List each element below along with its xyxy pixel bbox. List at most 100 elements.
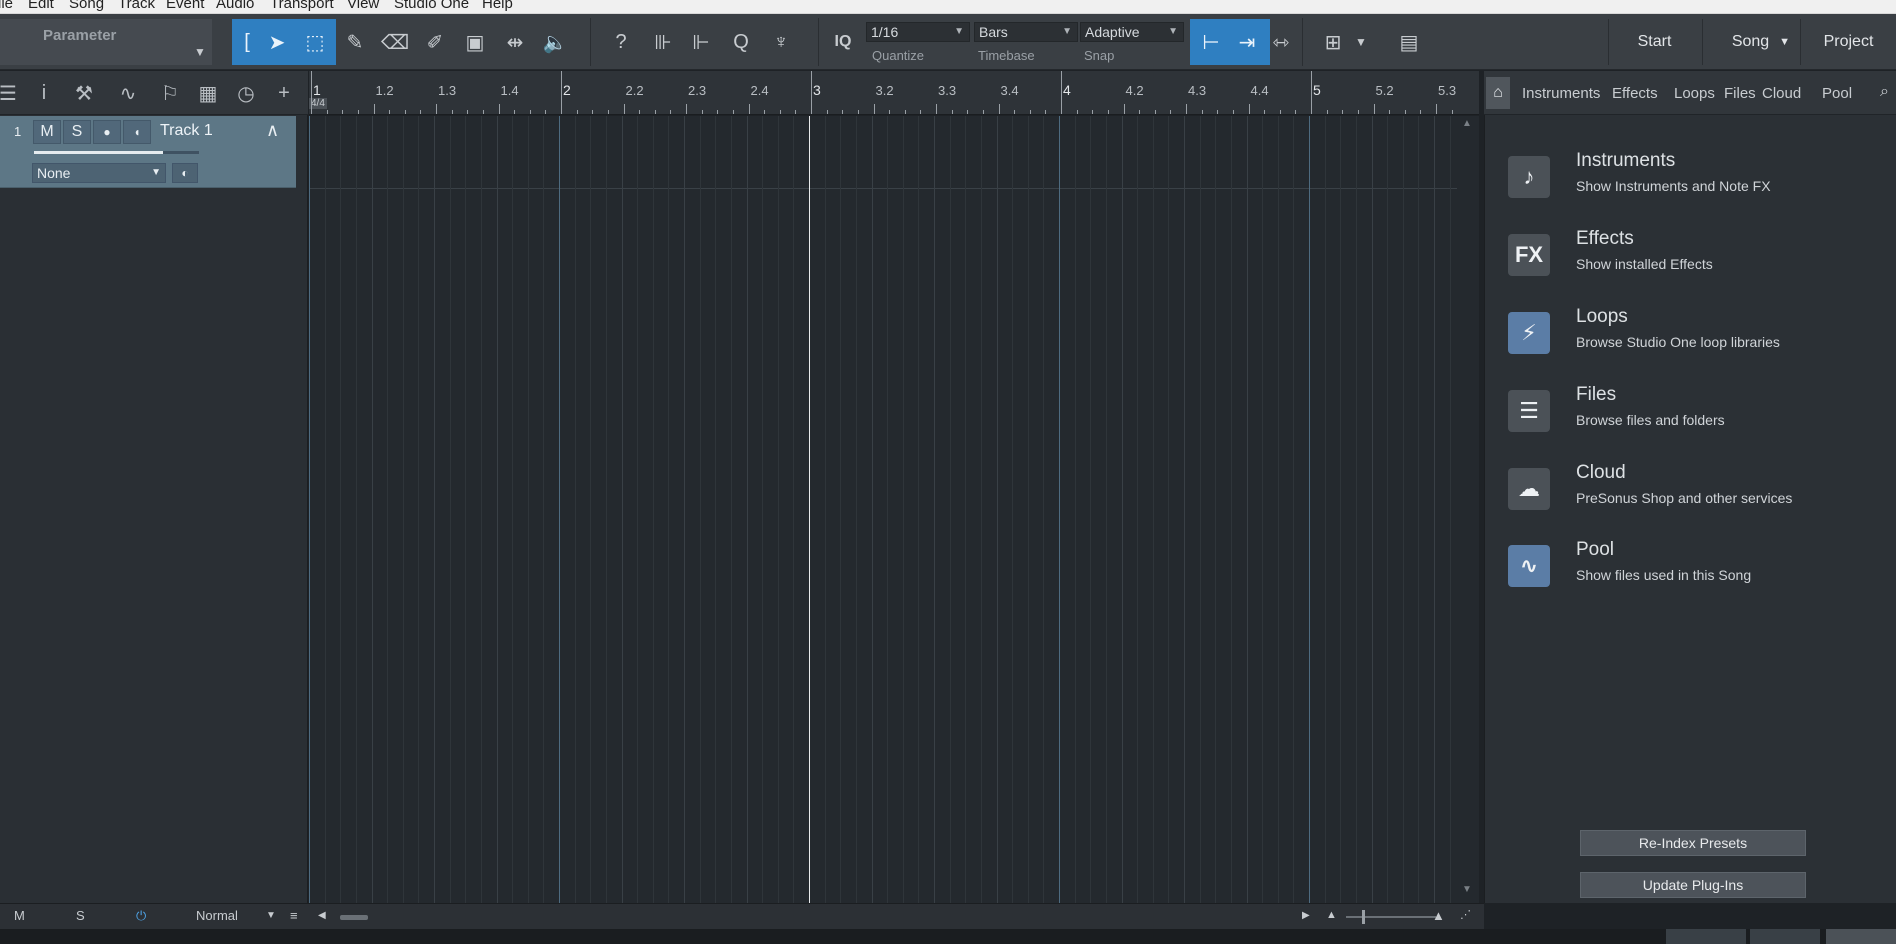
vertical-scrollbar[interactable]: ▲ ▼ — [1458, 116, 1478, 903]
timeline-ruler[interactable]: 4/4 1 1.2 1.3 1.4 2 2.2 2.3 2.4 3 3.2 3.3 3.4 4 4.2 4.… — [309, 71, 1479, 115]
add-track-icon[interactable]: + — [270, 79, 298, 107]
help-icon[interactable]: ? — [606, 27, 636, 57]
detect-transients-icon[interactable]: ⊩ — [686, 27, 716, 57]
tab-cloud[interactable]: Cloud — [1762, 85, 1801, 102]
ruler-tick — [1092, 110, 1094, 114]
tempo-clock-icon[interactable]: ◷ — [232, 79, 260, 107]
quantize-q-icon[interactable]: Q — [726, 27, 756, 57]
zoom-out-icon[interactable]: ▲ — [1326, 909, 1337, 921]
update-plugins-button[interactable]: Update Plug-Ins — [1580, 872, 1806, 898]
tab-effects[interactable]: Effects — [1612, 85, 1658, 102]
listen-tool-icon[interactable]: 🔈 — [540, 27, 570, 57]
zoom-slider-handle[interactable] — [1362, 910, 1365, 924]
mute-button[interactable]: M — [33, 120, 61, 144]
tune-icon[interactable]: ♆ — [766, 27, 796, 57]
song-button[interactable]: Song ▼ — [1702, 19, 1798, 65]
list-menu-icon[interactable]: ≡ — [290, 908, 298, 923]
menu-file[interactable]: ile — [0, 0, 13, 12]
menu-track[interactable]: Track — [118, 0, 155, 12]
paint-tool-icon[interactable]: ✐ — [420, 27, 450, 57]
browser-item-cloud[interactable]: ☁ Cloud PreSonus Shop and other services — [1508, 462, 1888, 518]
browser-item-pool[interactable]: ∿ Pool Show files used in this Song — [1508, 539, 1888, 595]
menu-audio[interactable]: Audio — [216, 0, 254, 12]
wrench-icon[interactable]: ⚒ — [70, 79, 98, 107]
home-icon[interactable]: ⌂ — [1486, 77, 1510, 109]
arranger-icon[interactable]: ▦ — [194, 79, 222, 107]
solo-button[interactable]: S — [63, 120, 91, 144]
grid-layout-icon[interactable]: ⊞ — [1318, 27, 1348, 57]
scroll-down-icon[interactable]: ▼ — [1462, 884, 1472, 895]
audio-bend-icon[interactable]: ⊪ — [648, 27, 678, 57]
input-dropdown[interactable]: None ▼ — [32, 163, 166, 183]
tab-instruments[interactable]: Instruments — [1522, 85, 1600, 102]
chevron-down-icon[interactable]: ▼ — [1779, 36, 1790, 48]
browser-item-loops[interactable]: ⚡ Loops Browse Studio One loop libraries — [1508, 306, 1888, 362]
ruler-tick — [998, 104, 1000, 114]
automation-icon[interactable]: ∿ — [114, 79, 142, 107]
menu-song[interactable]: Song — [69, 0, 104, 12]
range-bracket-icon[interactable]: [ — [232, 27, 262, 57]
grid-line — [1371, 116, 1373, 903]
menu-edit[interactable]: Edit — [28, 0, 54, 12]
menu-view[interactable]: View — [347, 0, 379, 12]
inspector-info-icon[interactable]: i — [30, 79, 58, 107]
eraser-tool-icon[interactable]: ⌫ — [380, 27, 410, 57]
split-tool-icon[interactable]: ▣ — [460, 27, 490, 57]
scroll-right-icon[interactable]: ▶ — [1302, 910, 1310, 921]
ruler-tick — [889, 110, 891, 114]
arrangement-grid[interactable] — [309, 116, 1479, 903]
browser-item-files[interactable]: ☰ Files Browse files and folders — [1508, 384, 1888, 440]
timebase-dropdown[interactable]: Bars ▼ — [974, 22, 1078, 42]
track-header[interactable]: 1 M S ● ◖ Track 1 ∧ None ▼ ◐ — [0, 116, 296, 188]
chevron-down-icon[interactable]: ▼ — [1346, 27, 1376, 57]
chevron-down-icon[interactable]: ▼ — [194, 45, 206, 59]
video-film-icon[interactable]: ▤ — [1394, 27, 1424, 57]
grid-line — [355, 116, 357, 903]
track-name[interactable]: Track 1 — [160, 122, 213, 140]
volume-slider[interactable] — [34, 151, 199, 154]
reindex-presets-button[interactable]: Re-Index Presets — [1580, 830, 1806, 856]
split-cursor-icon[interactable]: ⇿ — [1266, 27, 1296, 57]
project-button[interactable]: Project — [1800, 19, 1896, 65]
grid-line — [371, 116, 373, 903]
snap-dropdown[interactable]: Adaptive ▼ — [1080, 22, 1184, 42]
browser-item-effects[interactable]: FX Effects Show installed Effects — [1508, 228, 1888, 284]
menu-event[interactable]: Event — [166, 0, 204, 12]
horizontal-scroll-thumb[interactable] — [340, 915, 368, 920]
zoom-slider[interactable] — [1346, 916, 1436, 918]
scroll-up-icon[interactable]: ▲ — [1462, 118, 1472, 129]
quantize-dropdown[interactable]: 1/16 ▼ — [866, 22, 970, 42]
marker-flag-icon[interactable]: ⚐ — [156, 79, 184, 107]
zoom-in-icon[interactable]: ▲ — [1432, 908, 1445, 923]
tab-files[interactable]: Files — [1724, 85, 1756, 102]
ruler-tick — [1014, 110, 1016, 114]
resize-grip-icon[interactable]: ⋰ — [1460, 908, 1471, 921]
input-monitor-toggle[interactable]: ◐ — [172, 163, 198, 183]
list-menu-icon[interactable]: ☰ — [0, 79, 22, 107]
bend-tool-icon[interactable]: ⇹ — [500, 27, 530, 57]
chevron-down-icon[interactable]: ▼ — [266, 910, 276, 921]
menu-transport[interactable]: Transport — [270, 0, 334, 12]
tab-loops[interactable]: Loops — [1674, 85, 1715, 102]
tab-pool[interactable]: Pool — [1822, 85, 1852, 102]
search-icon[interactable]: ⌕ — [1880, 83, 1889, 101]
power-icon[interactable]: ⏻ — [136, 908, 146, 924]
global-mute-button[interactable]: M — [14, 908, 25, 923]
record-arm-button[interactable]: ● — [93, 120, 121, 144]
waveform-icon[interactable]: ∧ — [266, 120, 279, 141]
scroll-left-icon[interactable]: ◀ — [318, 910, 326, 921]
iq-button[interactable]: IQ — [828, 27, 858, 57]
range-tool-icon[interactable]: ⬚ — [300, 27, 330, 57]
browser-item-instruments[interactable]: ♪ Instruments Show Instruments and Note FX — [1508, 150, 1888, 206]
menu-help[interactable]: Help — [482, 0, 513, 12]
parameter-box[interactable]: Parameter ▼ — [0, 19, 212, 65]
start-button[interactable]: Start — [1608, 19, 1700, 65]
mode-label[interactable]: Normal — [196, 908, 238, 923]
arrow-tool-icon[interactable]: ➤ — [262, 27, 292, 57]
global-solo-button[interactable]: S — [76, 908, 85, 923]
snap-to-event-icon[interactable]: ⇥ — [1232, 27, 1262, 57]
monitor-button[interactable]: ◖ — [123, 120, 151, 144]
snap-to-grid-icon[interactable]: ⊢ — [1196, 27, 1226, 57]
pencil-tool-icon[interactable]: ✎ — [340, 27, 370, 57]
menu-studio-one[interactable]: Studio One — [394, 0, 469, 12]
